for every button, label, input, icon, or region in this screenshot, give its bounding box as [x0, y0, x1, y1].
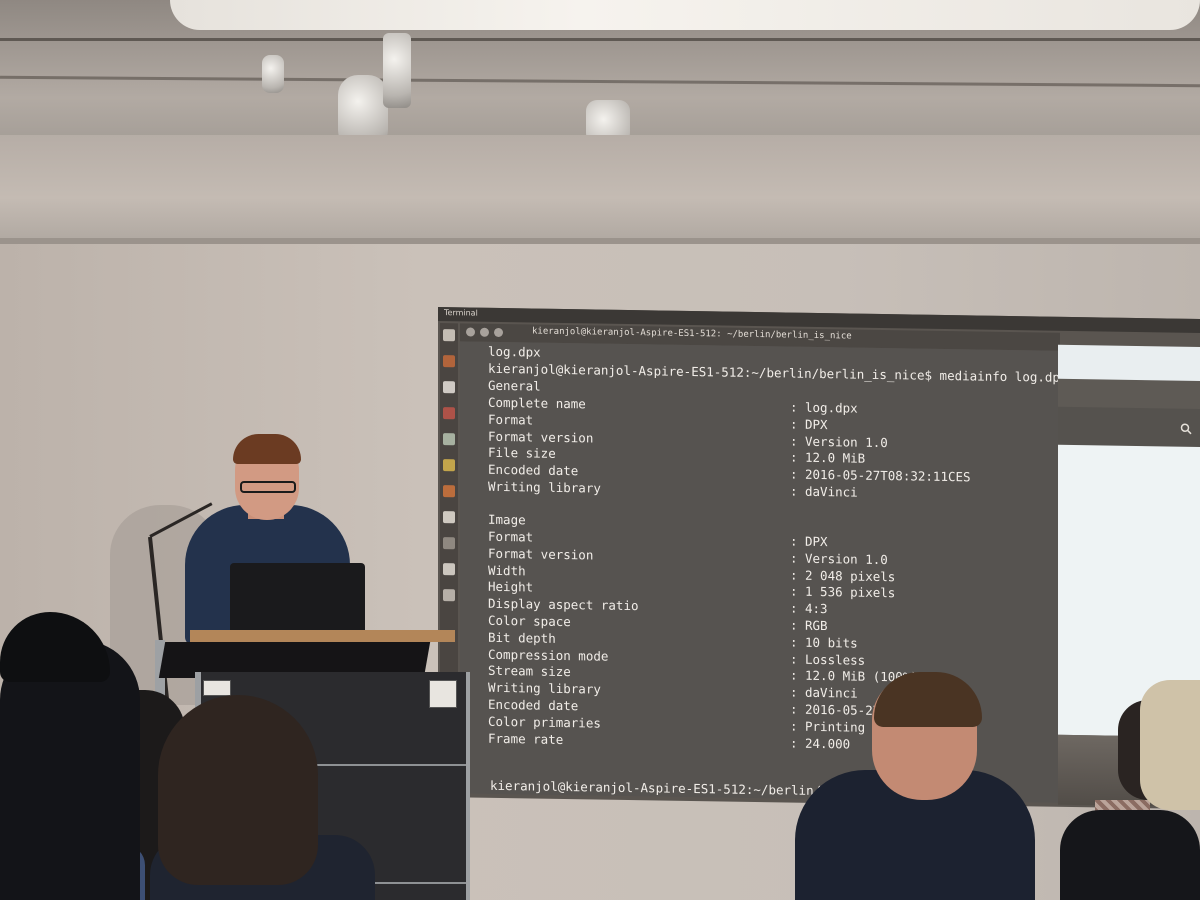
- field-value: 2016-05-27: [805, 701, 881, 718]
- maximize-window-button[interactable]: [494, 327, 503, 338]
- topbar-app-label: Terminal: [444, 308, 478, 318]
- field-value: 24.000: [805, 735, 851, 752]
- close-window-button[interactable]: [466, 327, 475, 337]
- field-value: 2 048 pixels: [805, 567, 896, 584]
- app-icon[interactable]: [443, 329, 455, 342]
- spotlight: [383, 33, 411, 108]
- podium-label: [429, 680, 457, 708]
- speaker-hair: [233, 434, 301, 464]
- field-key: Format version: [488, 545, 594, 563]
- field-value: 4:3: [805, 600, 828, 617]
- ceiling-soffit: [0, 135, 1200, 240]
- field-key: Stream size: [488, 663, 571, 680]
- field-separator: :: [790, 735, 798, 751]
- app-icon[interactable]: [443, 433, 455, 446]
- terminal-line: log.dpx: [488, 343, 541, 360]
- field-key: Color space: [488, 612, 571, 630]
- terminal-prompt: kieranjol@kieranjol-Aspire-ES1-512:~/ber…: [488, 360, 1068, 385]
- field-value: 12.0 MiB: [805, 450, 866, 467]
- app-icon[interactable]: [443, 589, 455, 602]
- field-separator: :: [790, 634, 798, 650]
- field-separator: :: [790, 550, 798, 566]
- field-key: Format version: [488, 428, 594, 446]
- field-separator: :: [790, 701, 798, 717]
- audience-member: [1060, 810, 1200, 900]
- light-rail: [0, 38, 1200, 41]
- field-separator: :: [790, 583, 798, 600]
- field-key: Complete name: [488, 394, 586, 412]
- field-value: DPX: [805, 416, 828, 432]
- field-key: Width: [488, 562, 526, 578]
- search-icon[interactable]: [1180, 423, 1192, 435]
- field-key: Bit depth: [488, 629, 556, 646]
- laptop: [230, 563, 365, 633]
- field-key: Height: [488, 579, 534, 595]
- field-value: Version 1.0: [805, 550, 888, 567]
- field-separator: :: [790, 449, 798, 466]
- section-heading: Image: [488, 511, 526, 528]
- field-value: daVinci: [805, 483, 858, 500]
- field-key: Writing library: [488, 679, 601, 697]
- field-key: Format: [488, 528, 534, 545]
- field-separator: :: [790, 684, 798, 700]
- audience-hair: [1140, 680, 1200, 810]
- skylight: [170, 0, 1200, 30]
- field-separator: :: [790, 567, 798, 583]
- podium-label: [203, 680, 231, 696]
- field-value: 1 536 pixels: [805, 584, 896, 601]
- field-value: 10 bits: [805, 634, 858, 651]
- podium-top: [190, 630, 455, 642]
- field-value: Printing d: [805, 718, 881, 735]
- field-separator: :: [790, 399, 798, 415]
- field-value: DPX: [805, 533, 828, 550]
- field-key: Encoded date: [488, 461, 579, 479]
- speaker-glasses: [240, 481, 296, 493]
- app-icon[interactable]: [443, 459, 455, 472]
- field-key: Writing library: [488, 478, 601, 496]
- window-header: [1058, 344, 1200, 381]
- field-separator: :: [790, 667, 798, 684]
- field-key: Frame rate: [488, 730, 564, 747]
- field-value: Lossless: [805, 651, 866, 668]
- window-toolbar: [1058, 406, 1200, 447]
- spotlight: [262, 55, 284, 93]
- field-separator: :: [790, 718, 798, 734]
- field-separator: :: [790, 533, 798, 549]
- field-separator: :: [790, 651, 798, 667]
- app-icon[interactable]: [443, 381, 455, 394]
- field-separator: :: [790, 433, 798, 449]
- field-value: RGB: [805, 617, 828, 634]
- field-separator: :: [790, 466, 798, 482]
- field-value: Version 1.0: [805, 433, 888, 450]
- field-value: daVinci: [805, 684, 858, 701]
- field-key: Compression mode: [488, 646, 609, 664]
- minimize-window-button[interactable]: [480, 327, 489, 337]
- section-heading: General: [488, 377, 541, 394]
- app-icon[interactable]: [443, 511, 455, 524]
- field-separator: :: [790, 617, 798, 633]
- app-icon[interactable]: [443, 355, 455, 368]
- field-key: Color primaries: [488, 713, 601, 731]
- field-separator: :: [790, 416, 798, 432]
- app-icon[interactable]: [443, 563, 455, 576]
- field-key: Format: [488, 411, 534, 428]
- field-value: log.dpx: [805, 399, 858, 416]
- app-icon[interactable]: [443, 485, 455, 498]
- projected-screen: Terminal kieranjol@kieranjol-Aspire-ES1-…: [438, 307, 1200, 809]
- field-separator: :: [790, 483, 798, 499]
- audience-head: [158, 695, 318, 885]
- terminal-window-title: kieranjol@kieranjol-Aspire-ES1-512: ~/be…: [532, 326, 852, 342]
- field-key: Encoded date: [488, 696, 579, 714]
- field-separator: :: [790, 600, 798, 616]
- field-key: File size: [488, 445, 556, 462]
- app-icon[interactable]: [443, 407, 455, 420]
- app-icon[interactable]: [443, 537, 455, 550]
